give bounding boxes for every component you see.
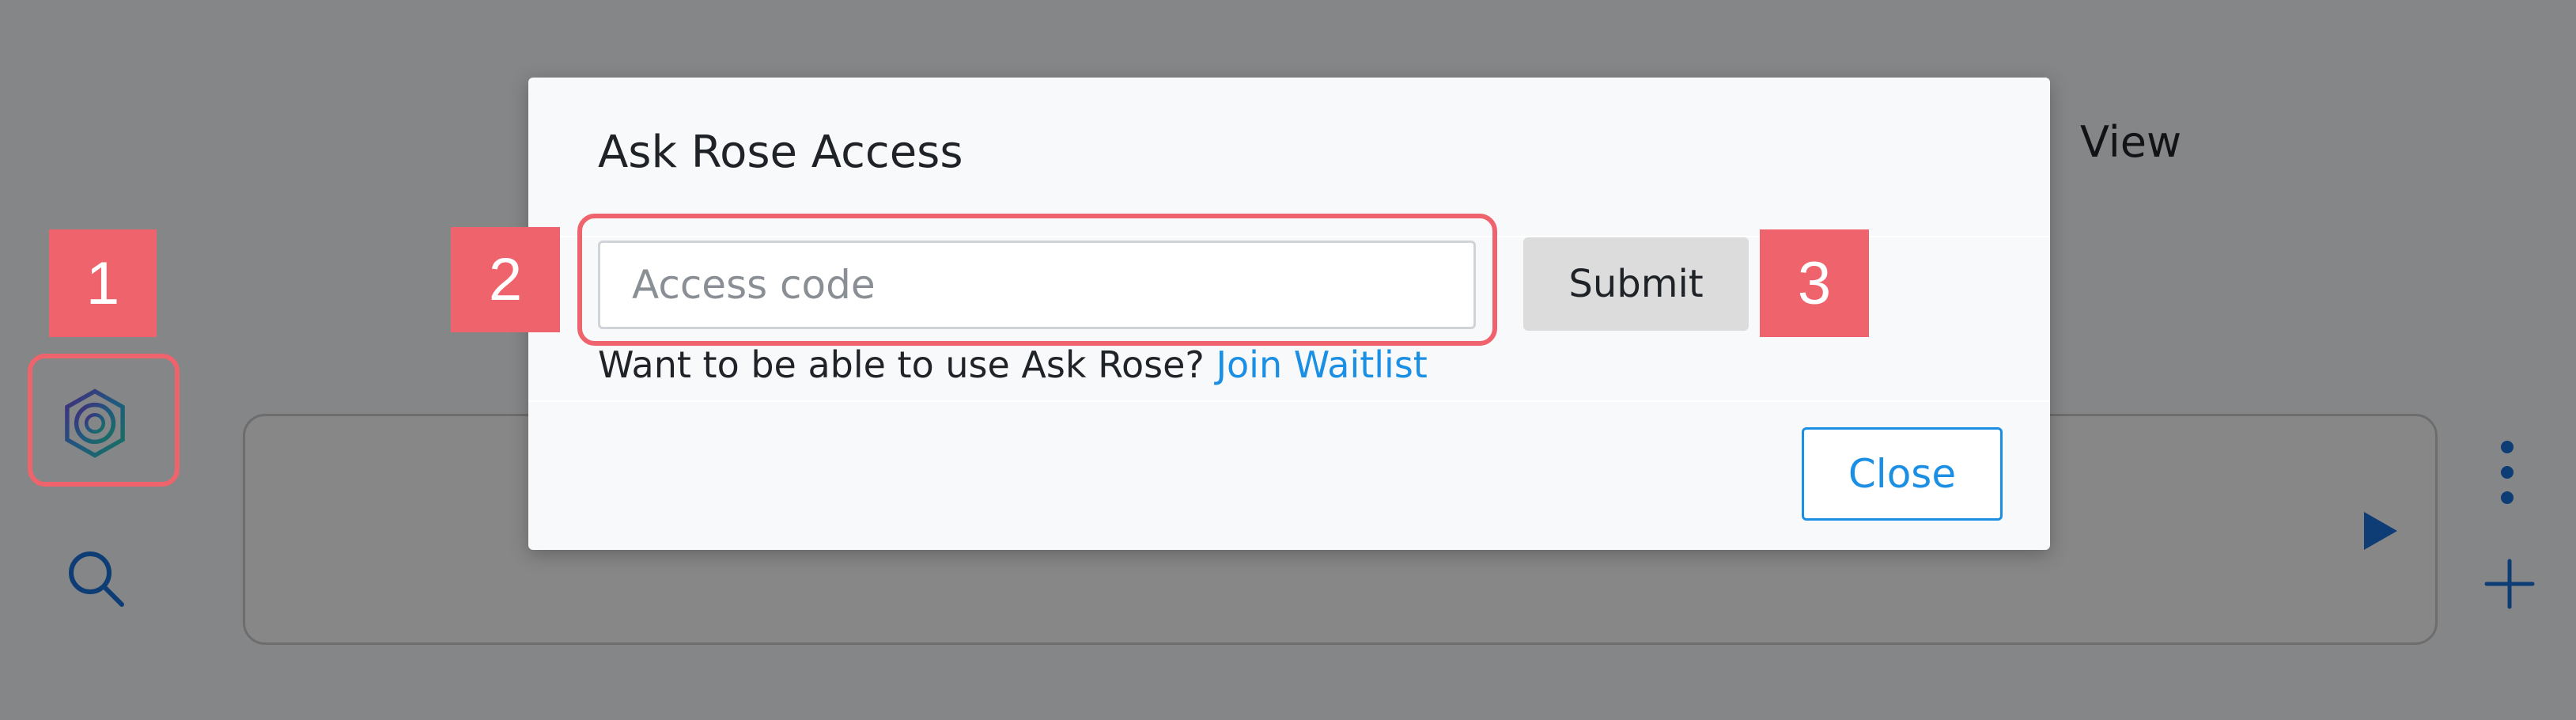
- modal-title: Ask Rose Access: [598, 127, 963, 178]
- callout-2: 2: [451, 227, 560, 332]
- submit-button[interactable]: Submit: [1523, 237, 1749, 331]
- app-screen: View Ask Rose Access Access code Submit …: [0, 0, 2576, 720]
- callout-1: 1: [49, 229, 157, 337]
- waitlist-row: Want to be able to use Ask Rose? Join Wa…: [598, 343, 1428, 386]
- highlight-access-input: [577, 214, 1497, 346]
- callout-3: 3: [1760, 229, 1869, 337]
- modal-divider: [528, 400, 2050, 402]
- highlight-logo: [28, 354, 180, 487]
- join-waitlist-link[interactable]: Join Waitlist: [1216, 343, 1427, 386]
- waitlist-prompt: Want to be able to use Ask Rose?: [598, 343, 1205, 386]
- close-button[interactable]: Close: [1802, 427, 2003, 521]
